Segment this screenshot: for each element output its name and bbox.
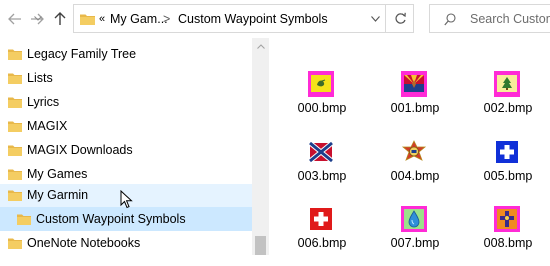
nav-item-onenote-notebooks[interactable]: OneNote Notebooks bbox=[0, 231, 252, 255]
file-name: 005.bmp bbox=[483, 169, 533, 183]
folder-icon bbox=[8, 97, 22, 108]
nav-item-label: MAGIX bbox=[27, 119, 68, 133]
folder-icon bbox=[80, 14, 95, 25]
address-bar[interactable]: « My Gam... > Custom Waypoint Symbols bbox=[73, 4, 414, 33]
file-list: 000.bmp 001.bmp 002.bmp 003.bmp 004.bmp … bbox=[272, 38, 550, 255]
file-name: 002.bmp bbox=[483, 101, 533, 115]
navigation-pane: Legacy Family Tree Lists Lyrics MAGIX MA… bbox=[0, 38, 254, 255]
mouse-pointer-icon bbox=[120, 190, 133, 209]
file-item-005[interactable]: 005.bmp bbox=[468, 139, 548, 199]
back-button[interactable] bbox=[6, 8, 24, 30]
file-item-002[interactable]: 002.bmp bbox=[468, 71, 548, 131]
chevron-down-icon bbox=[370, 16, 380, 22]
folder-icon bbox=[8, 190, 22, 201]
breadcrumb-overflow[interactable]: « bbox=[99, 13, 105, 25]
nav-item-magix-downloads[interactable]: MAGIX Downloads bbox=[0, 138, 252, 162]
folder-icon bbox=[8, 238, 22, 249]
orange-cross-icon bbox=[494, 206, 520, 232]
nav-item-custom-waypoint-symbols[interactable]: Custom Waypoint Symbols bbox=[0, 207, 252, 231]
nav-item-label: Legacy Family Tree bbox=[27, 47, 137, 61]
folder-icon bbox=[8, 73, 22, 84]
vfw-emblem-icon bbox=[401, 139, 427, 165]
refresh-button[interactable] bbox=[385, 5, 414, 32]
nav-item-magix[interactable]: MAGIX bbox=[0, 114, 252, 138]
red-cross-icon bbox=[308, 206, 334, 232]
nav-item-label: My Garmin bbox=[27, 188, 89, 202]
up-button[interactable] bbox=[51, 8, 69, 30]
file-item-006[interactable]: 006.bmp bbox=[282, 206, 362, 266]
search-icon bbox=[444, 13, 456, 26]
yellow-flag-icon bbox=[308, 71, 334, 97]
blue-cross-icon bbox=[494, 139, 520, 165]
tree-flag-icon bbox=[494, 71, 520, 97]
chevron-down-icon bbox=[34, 15, 42, 21]
chevron-up-icon bbox=[256, 44, 265, 49]
file-name: 004.bmp bbox=[390, 169, 440, 183]
nav-item-label: My Games bbox=[27, 167, 88, 181]
address-dropdown-button[interactable] bbox=[367, 11, 383, 27]
nav-item-label: Lyrics bbox=[27, 95, 60, 109]
file-item-000[interactable]: 000.bmp bbox=[282, 71, 362, 131]
nav-item-my-games[interactable]: My Games bbox=[0, 162, 252, 186]
file-item-008[interactable]: 008.bmp bbox=[468, 206, 548, 266]
file-name: 007.bmp bbox=[390, 236, 440, 250]
nav-item-lists[interactable]: Lists bbox=[0, 66, 252, 90]
confederate-flag-icon bbox=[308, 139, 334, 165]
file-item-004[interactable]: 004.bmp bbox=[375, 139, 455, 199]
file-name: 008.bmp bbox=[483, 236, 533, 250]
search-box[interactable]: Search Custom bbox=[429, 4, 550, 33]
scroll-thumb[interactable] bbox=[255, 236, 266, 255]
search-placeholder[interactable]: Search Custom bbox=[470, 12, 550, 26]
file-name: 001.bmp bbox=[390, 101, 440, 115]
folder-icon bbox=[17, 214, 31, 225]
recent-locations-button[interactable] bbox=[34, 10, 42, 26]
refresh-icon bbox=[394, 12, 406, 24]
breadcrumb-my-garmin[interactable]: My Gam... bbox=[110, 12, 168, 26]
nav-item-label: MAGIX Downloads bbox=[27, 143, 133, 157]
nav-scrollbar[interactable] bbox=[252, 38, 269, 255]
breadcrumb-custom-waypoint-symbols[interactable]: Custom Waypoint Symbols bbox=[178, 12, 328, 26]
file-name: 006.bmp bbox=[297, 236, 347, 250]
arrow-up-icon bbox=[54, 12, 66, 25]
nav-item-legacy-family-tree[interactable]: Legacy Family Tree bbox=[0, 42, 252, 66]
file-item-007[interactable]: 007.bmp bbox=[375, 206, 455, 266]
file-name: 003.bmp bbox=[297, 169, 347, 183]
address-toolbar: « My Gam... > Custom Waypoint Symbols Se… bbox=[0, 0, 550, 38]
water-drop-icon bbox=[401, 206, 427, 232]
nav-item-lyrics[interactable]: Lyrics bbox=[0, 90, 252, 114]
scroll-up-button[interactable] bbox=[252, 38, 269, 55]
file-item-001[interactable]: 001.bmp bbox=[375, 71, 455, 131]
nav-item-label: Custom Waypoint Symbols bbox=[36, 212, 186, 226]
folder-icon bbox=[8, 121, 22, 132]
arizona-flag-icon bbox=[401, 71, 427, 97]
breadcrumb-separator[interactable]: > bbox=[163, 12, 170, 26]
folder-icon bbox=[8, 169, 22, 180]
arrow-left-icon bbox=[8, 13, 21, 25]
nav-item-label: OneNote Notebooks bbox=[27, 236, 141, 250]
folder-icon bbox=[8, 49, 22, 60]
file-item-003[interactable]: 003.bmp bbox=[282, 139, 362, 199]
file-name: 000.bmp bbox=[297, 101, 347, 115]
folder-icon bbox=[8, 145, 22, 156]
nav-item-label: Lists bbox=[27, 71, 53, 85]
